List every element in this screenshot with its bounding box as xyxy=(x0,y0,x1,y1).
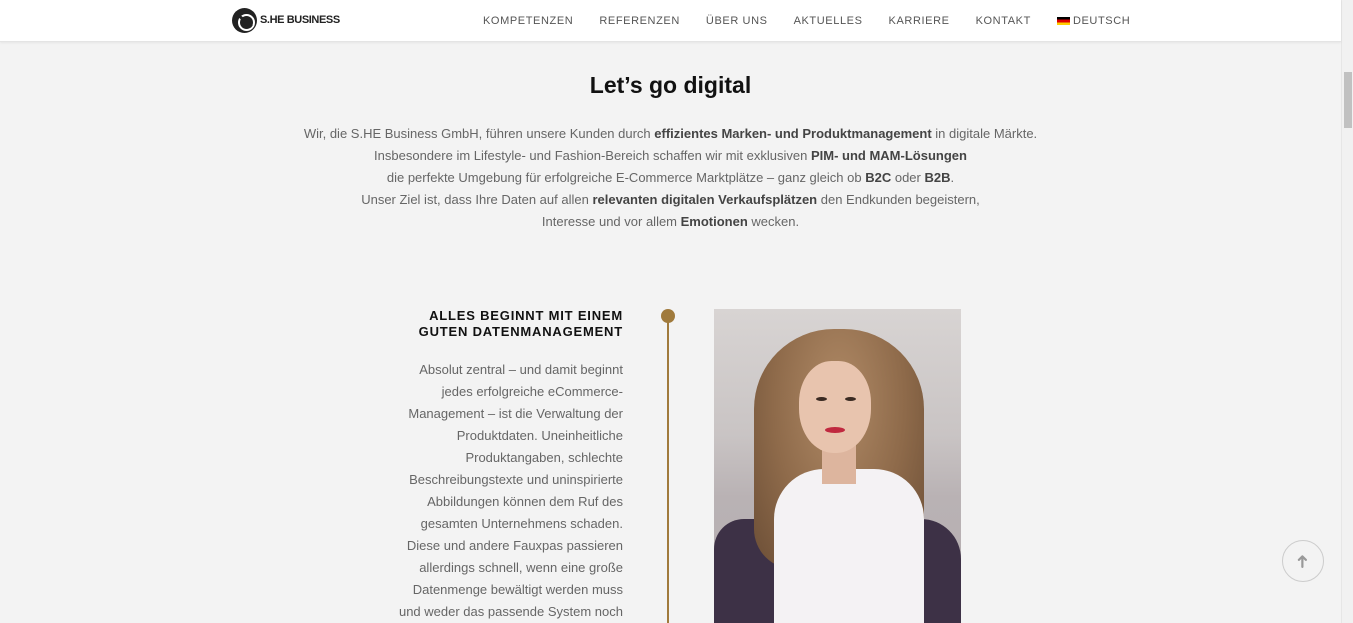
nav-item-kompetenzen[interactable]: KOMPETENZEN xyxy=(470,15,586,27)
nav-item-aktuelles[interactable]: AKTUELLES xyxy=(781,15,876,27)
intro-line: Insbesondere im Lifestyle- und Fashion-B… xyxy=(0,145,1341,167)
intro-emphasis: PIM- und MAM-Lösungen xyxy=(810,148,967,163)
germany-flag-icon xyxy=(1056,17,1070,25)
intro-line: Interesse und vor allem Emotionen wecken… xyxy=(0,211,1341,233)
section-body: Absolut zentral – und damit beginnt jedes… xyxy=(383,359,623,623)
nav-item-referenzen[interactable]: REFERENZEN xyxy=(586,15,693,27)
section-heading-line-1: ALLES BEGINNT MIT EINEM xyxy=(429,308,623,323)
intro-emphasis: Emotionen xyxy=(680,214,748,229)
page-scrollbar[interactable] xyxy=(1341,0,1353,623)
language-switcher[interactable]: DEUTSCH xyxy=(1044,15,1143,27)
scrollbar-thumb[interactable] xyxy=(1344,72,1352,128)
main-nav: KOMPETENZEN REFERENZEN ÜBER UNS AKTUELLE… xyxy=(470,0,1143,42)
intro-emphasis: B2B xyxy=(924,170,951,185)
portrait-photo xyxy=(714,309,961,623)
intro-text-run: den Endkunden begeistern, xyxy=(817,192,980,207)
section-body-line: Abbildungen können dem Ruf des xyxy=(427,494,623,509)
intro-line: die perfekte Umgebung für erfolgreiche E… xyxy=(0,167,1341,189)
photo-eye-left xyxy=(816,397,827,401)
intro-text-run: in digitale Märkte. xyxy=(931,126,1038,141)
section-body-line: Produktdaten. Uneinheitliche xyxy=(456,428,623,443)
intro-line: Wir, die S.HE Business GmbH, führen unse… xyxy=(0,123,1341,145)
intro-emphasis: B2C xyxy=(865,170,892,185)
intro-text-run: Insbesondere im Lifestyle- und Fashion-B… xyxy=(374,148,811,163)
language-label: DEUTSCH xyxy=(1072,15,1131,27)
photo-eye-right xyxy=(845,397,856,401)
photo-shirt xyxy=(774,469,924,623)
nav-item-ueber-uns[interactable]: ÜBER UNS xyxy=(693,15,781,27)
section-heading-line-2: GUTEN DATENMANAGEMENT xyxy=(418,324,623,339)
section-body-line: Management – ist die Verwaltung der xyxy=(408,406,623,421)
logo[interactable]: S.HE BUSINESS xyxy=(232,7,340,33)
section-body-line: allerdings schnell, wenn eine große xyxy=(419,560,623,575)
arrow-up-icon: ➜ xyxy=(1292,553,1313,569)
section-body-line: jedes erfolgreiche eCommerce- xyxy=(441,384,623,399)
site-header: S.HE BUSINESS KOMPETENZEN REFERENZEN ÜBE… xyxy=(0,0,1341,42)
back-to-top-button[interactable]: ➜ xyxy=(1282,540,1324,582)
intro-text-run: Interesse und vor allem xyxy=(541,214,681,229)
nav-item-kontakt[interactable]: KONTAKT xyxy=(963,15,1044,27)
intro-text: Wir, die S.HE Business GmbH, führen unse… xyxy=(0,123,1341,233)
intro-text-run: wecken. xyxy=(747,214,800,229)
section-body-line: Diese und andere Fauxpas passieren xyxy=(406,538,623,553)
intro-line: Unser Ziel ist, dass Ihre Daten auf alle… xyxy=(0,189,1341,211)
section-body-line: Beschreibungstexte und uninspirierte xyxy=(409,472,623,487)
logo-icon xyxy=(232,7,257,33)
section-body-line: Produktangaben, schlechte xyxy=(465,450,623,465)
section-body-line: gesamten Unternehmens schaden. xyxy=(420,516,623,531)
intro-title: Let’s go digital xyxy=(589,72,752,98)
section-body-line: Absolut zentral – und damit beginnt xyxy=(419,362,623,377)
photo-lips xyxy=(825,427,845,433)
intro-text-run: oder xyxy=(891,170,925,185)
intro-emphasis: effizientes Marken- und Produktmanagemen… xyxy=(654,126,932,141)
photo-face xyxy=(799,361,871,453)
nav-item-karriere[interactable]: KARRIERE xyxy=(876,15,963,27)
section-body-line: Datenmenge bewältigt werden muss xyxy=(412,582,623,597)
section-heading: ALLES BEGINNT MIT EINEM GUTEN DATENMANAG… xyxy=(363,308,623,340)
logo-text: S.HE BUSINESS xyxy=(260,14,340,26)
intro-emphasis: relevanten digitalen Verkaufsplätzen xyxy=(592,192,818,207)
intro-text-run: Unser Ziel ist, dass Ihre Daten auf alle… xyxy=(361,192,593,207)
timeline-line xyxy=(667,321,669,623)
section-body-line: und weder das passende System noch xyxy=(398,604,623,619)
intro-text-run: Wir, die S.HE Business GmbH, führen unse… xyxy=(303,126,655,141)
intro-text-run: . xyxy=(950,170,955,185)
intro-text-run: die perfekte Umgebung für erfolgreiche E… xyxy=(386,170,866,185)
